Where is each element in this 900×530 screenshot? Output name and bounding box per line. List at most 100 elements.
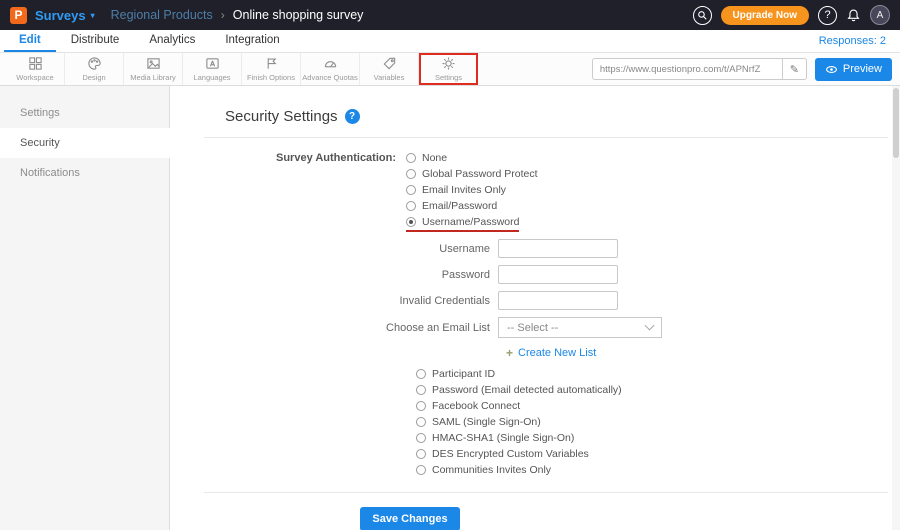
radio-icon [416,385,426,395]
radio-icon [406,169,416,179]
radio-label: Global Password Protect [422,168,538,180]
tab-integration[interactable]: Integration [210,30,294,52]
radio-username-password[interactable]: Username/Password [406,216,520,232]
toolbar-item-label: Settings [434,73,463,82]
divider [204,492,888,493]
toolbar-item-variables[interactable]: Variables [360,53,419,85]
surveys-dropdown-label: Surveys [35,7,86,23]
content-area: Settings Security Notifications Security… [0,86,900,530]
password-row: Password [170,265,900,284]
radio-label: Username/Password [422,216,520,228]
radio-email-invites-only[interactable]: Email Invites Only [406,184,506,196]
preview-button-label: Preview [842,63,882,75]
radio-icon-selected [406,217,416,227]
radio-icon [406,185,416,195]
toolbar-item-advance-quotas[interactable]: Advance Quotas [301,53,360,85]
scrollbar-thumb[interactable] [893,88,899,158]
username-row: Username [170,239,900,258]
password-label: Password [441,268,490,281]
sidebar-item-security[interactable]: Security [0,128,170,158]
radio-label: HMAC-SHA1 (Single Sign-On) [432,432,575,444]
help-circle-icon[interactable]: ? [344,109,360,124]
vertical-scrollbar[interactable] [892,86,900,530]
eye-icon [825,65,837,73]
username-label: Username [439,242,490,255]
upgrade-now-button[interactable]: Upgrade Now [720,5,809,25]
notifications-bell-icon[interactable] [846,8,861,23]
toolbar-item-workspace[interactable]: Workspace [6,53,65,85]
languages-icon [205,56,220,71]
invalid-credentials-input[interactable] [498,291,618,310]
radio-saml-sso[interactable]: SAML (Single Sign-On) [416,416,541,428]
save-changes-button[interactable]: Save Changes [360,507,460,530]
email-list-select-value: -- Select -- [507,321,559,334]
sidebar-item-settings[interactable]: Settings [0,98,169,128]
radio-global-password-protect[interactable]: Global Password Protect [406,168,538,180]
toolbar-item-media-library[interactable]: Media Library [124,53,183,85]
avatar[interactable]: A [870,5,890,25]
help-icon[interactable]: ? [818,5,837,25]
create-new-list-link[interactable]: Create New List [518,347,596,359]
plus-icon: + [506,346,514,360]
questionpro-logo[interactable]: P [10,6,27,24]
responses-count-link[interactable]: Responses: 2 [819,30,896,52]
toolbar-item-label: Design [82,73,106,82]
email-list-select[interactable]: -- Select -- [498,317,662,338]
toolbar-item-design[interactable]: Design [65,53,124,85]
toolbar-item-languages[interactable]: Languages [183,53,242,85]
tab-edit[interactable]: Edit [4,30,56,52]
page-title: Security Settings [225,108,338,125]
radio-des-encrypted-vars[interactable]: DES Encrypted Custom Variables [416,448,589,460]
radio-facebook-connect[interactable]: Facebook Connect [416,400,520,412]
radio-label: Email Invites Only [422,184,507,196]
security-settings-panel: Security Settings ? Survey Authenticatio… [170,86,900,530]
toolbar-item-settings[interactable]: Settings [419,53,478,85]
radio-label: Password (Email detected automatically) [432,384,622,396]
radio-participant-id[interactable]: Participant ID [416,368,495,380]
chevron-down-icon: ▾ [90,11,95,20]
toolbar-item-label: Workspace [16,73,54,82]
app-window: P Surveys ▾ Regional Products › Online s… [0,0,900,530]
variables-tag-icon [382,56,397,71]
edit-url-pencil-icon[interactable]: ✎ [781,58,807,80]
radio-hmac-sha1-sso[interactable]: HMAC-SHA1 (Single Sign-On) [416,432,574,444]
radio-label: Email/Password [422,200,498,212]
radio-icon [416,417,426,427]
toolbar-item-finish-options[interactable]: Finish Options [242,53,301,85]
create-new-list-row: + Create New List [506,346,900,360]
radio-none[interactable]: None [406,152,447,164]
radio-icon [416,449,426,459]
toolbar-item-label: Finish Options [247,73,295,82]
radio-icon [416,433,426,443]
survey-url-group: ✎ [591,58,807,80]
security-form: Survey Authentication: None Global Passw… [170,152,900,530]
surveys-dropdown[interactable]: Surveys ▾ [35,8,95,23]
page-title-row: Security Settings ? [225,108,900,125]
extra-auth-radio-group: Participant ID Password (Email detected … [416,368,900,476]
toolbar-item-label: Advance Quotas [302,73,358,82]
radio-label: DES Encrypted Custom Variables [432,448,589,460]
radio-icon [416,465,426,475]
toolbar-item-label: Variables [373,73,405,82]
radio-password-email-auto[interactable]: Password (Email detected automatically) [416,384,622,396]
tab-analytics[interactable]: Analytics [134,30,210,52]
password-input[interactable] [498,265,618,284]
email-list-row: Choose an Email List -- Select -- [170,317,900,338]
tab-distribute[interactable]: Distribute [56,30,135,52]
username-input[interactable] [498,239,618,258]
invalid-credentials-label: Invalid Credentials [399,294,491,307]
radio-icon [406,153,416,163]
nav-tab-bar: Edit Distribute Analytics Integration Re… [0,30,900,53]
breadcrumb-parent[interactable]: Regional Products [111,8,213,22]
toolbar-item-label: Media Library [130,73,176,82]
auth-row: Survey Authentication: None Global Passw… [170,152,900,232]
divider [204,137,888,138]
breadcrumb-current: Online shopping survey [232,8,364,22]
preview-button[interactable]: Preview [814,57,892,81]
sidebar-item-notifications[interactable]: Notifications [0,158,169,188]
radio-label: None [422,152,448,164]
radio-communities-invites[interactable]: Communities Invites Only [416,464,551,476]
radio-email-password[interactable]: Email/Password [406,200,497,212]
survey-url-input[interactable] [591,58,782,80]
search-icon[interactable] [692,5,712,25]
